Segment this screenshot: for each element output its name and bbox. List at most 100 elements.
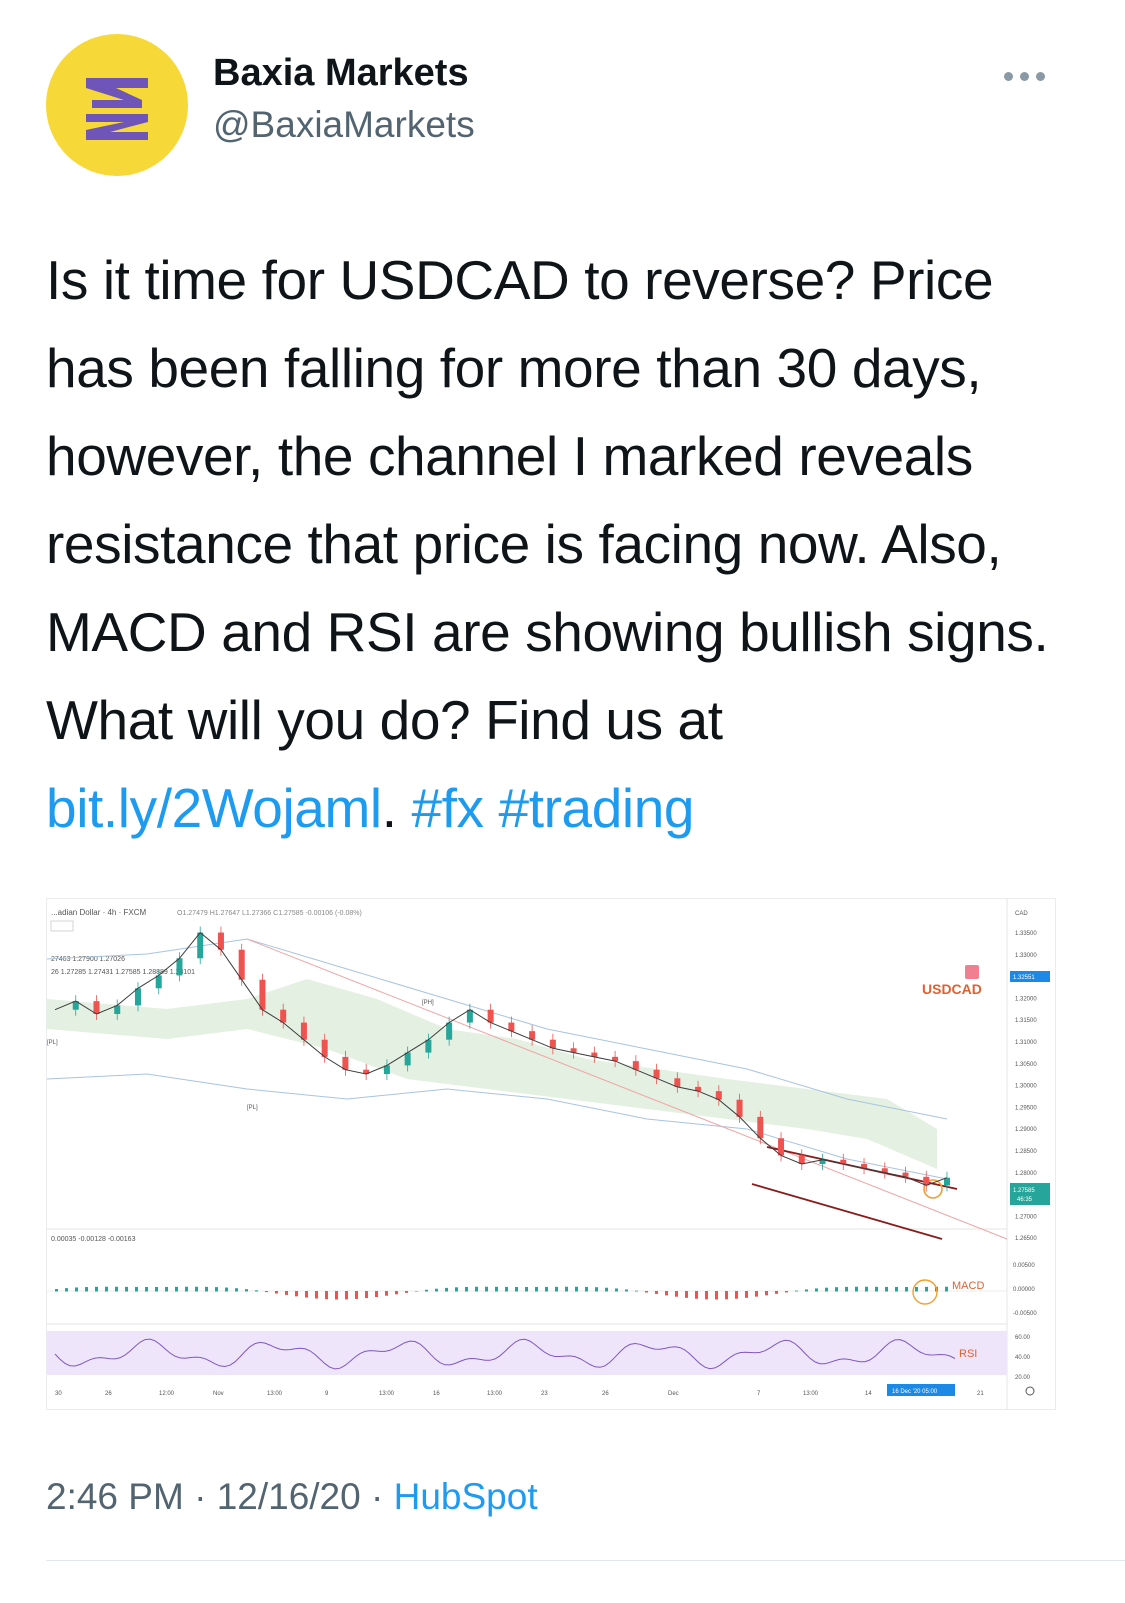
candle-body <box>217 932 224 950</box>
macd-bar <box>215 1287 218 1292</box>
price-scale-box <box>50 920 74 932</box>
time-axis-tick: 9 <box>325 1391 329 1397</box>
more-options-icon[interactable] <box>1000 60 1050 90</box>
candle-body <box>425 1039 432 1053</box>
macd-bar <box>605 1287 608 1292</box>
time-axis-tick: 21 <box>977 1391 984 1397</box>
macd-bar <box>625 1289 628 1292</box>
price-axis-tick: 1.33000 <box>1015 953 1037 959</box>
hashtag-trading[interactable]: #trading <box>499 777 695 839</box>
time-axis-tick: 26 <box>105 1391 112 1397</box>
macd-bar <box>815 1288 818 1292</box>
candle-body <box>93 1001 100 1014</box>
usdcad-label: USDCAD <box>922 981 982 997</box>
macd-bar <box>345 1291 348 1300</box>
macd-bar <box>165 1286 168 1292</box>
tweet-date[interactable]: 12/16/20 <box>217 1476 361 1517</box>
time-axis-tick: 14 <box>865 1391 872 1397</box>
tweet-time[interactable]: 2:46 PM <box>46 1476 184 1517</box>
pivot-label: [PL] <box>247 1105 258 1111</box>
tweet-source[interactable]: HubSpot <box>394 1476 538 1517</box>
macd-bar <box>55 1289 58 1292</box>
time-axis-tick: 30 <box>55 1391 62 1397</box>
macd-bar <box>415 1290 418 1292</box>
candle-body <box>238 949 245 980</box>
user-handle[interactable]: @BaxiaMarkets <box>213 104 475 146</box>
indicator-row-2: 26 1.27285 1.27431 1.27585 1.28889 1.281… <box>51 969 195 976</box>
candle-body <box>155 975 162 989</box>
macd-bar <box>835 1287 838 1292</box>
candle-body <box>176 958 183 976</box>
candle-body <box>259 979 266 1010</box>
last-price-tag: 1.27585 <box>1013 1188 1035 1194</box>
settings-icon[interactable] <box>1025 1386 1035 1396</box>
candle-body <box>446 1022 453 1040</box>
macd-bar <box>485 1286 488 1292</box>
macd-bar <box>645 1291 648 1293</box>
pivot-label: [PL] <box>47 1040 58 1046</box>
time-axis-tick: 13:00 <box>379 1391 395 1397</box>
macd-bar <box>535 1286 538 1292</box>
tweet-link[interactable]: bit.ly/2Wojaml <box>46 777 382 839</box>
macd-bar <box>895 1286 898 1292</box>
price-axis-tick: 1.29000 <box>1015 1127 1037 1133</box>
macd-bar <box>875 1286 878 1292</box>
price-axis-tick: 1.28000 <box>1015 1171 1037 1177</box>
macd-axis-tick: 0.00500 <box>1013 1263 1035 1269</box>
currency-label: CAD <box>1015 911 1028 917</box>
macd-bar <box>655 1291 658 1294</box>
macd-bar <box>635 1290 638 1292</box>
candle-body <box>778 1138 785 1156</box>
divider <box>46 1560 1125 1561</box>
candle-body <box>134 988 141 1006</box>
macd-bar <box>175 1286 178 1292</box>
macd-bar <box>225 1287 228 1292</box>
macd-bar <box>305 1291 308 1298</box>
chart-image[interactable]: ...adian Dollar · 4h · FXCM O1.27479 H1.… <box>46 898 1056 1410</box>
macd-bar <box>455 1287 458 1292</box>
time-axis-tick: Nov <box>213 1391 224 1397</box>
price-axis-tick: 1.30500 <box>1015 1062 1037 1068</box>
candle-body <box>280 1009 287 1023</box>
macd-bar <box>715 1291 718 1300</box>
macd-values-header: 0.00035 -0.00128 -0.00163 <box>51 1236 136 1243</box>
time-axis-tick: 26 <box>602 1391 609 1397</box>
macd-bar <box>335 1291 338 1300</box>
time-axis-tick: Dec <box>668 1391 679 1397</box>
macd-histogram <box>55 1286 948 1300</box>
macd-bar <box>765 1291 768 1296</box>
meta-separator: · <box>360 1476 394 1517</box>
search-symbol-icon[interactable] <box>965 965 979 979</box>
price-axis: 1.335001.330001.325001.320001.315001.310… <box>1013 931 1037 1381</box>
macd-label: MACD <box>952 1280 984 1292</box>
avatar[interactable] <box>46 34 188 176</box>
price-axis-tick: 1.27000 <box>1015 1214 1037 1220</box>
macd-bar <box>575 1286 578 1292</box>
macd-bar <box>85 1287 88 1292</box>
macd-bar <box>465 1286 468 1292</box>
candle-body <box>321 1039 328 1057</box>
ichimoku-cloud <box>47 979 937 1169</box>
macd-bar <box>145 1286 148 1292</box>
macd-bar <box>675 1291 678 1297</box>
macd-bar <box>735 1291 738 1299</box>
macd-bar <box>185 1286 188 1292</box>
meta-separator: · <box>183 1476 217 1517</box>
tweet-meta: 2:46 PM · 12/16/20 · HubSpot <box>46 1476 538 1518</box>
tweet-link-suffix: . <box>381 777 412 839</box>
macd-bar <box>445 1287 448 1292</box>
price-axis-tick: 1.26500 <box>1015 1236 1037 1242</box>
candle-body <box>197 932 204 959</box>
macd-bar <box>855 1286 858 1292</box>
macd-bar <box>105 1286 108 1292</box>
macd-bar <box>425 1289 428 1292</box>
candle-body <box>342 1056 349 1070</box>
hashtag-fx[interactable]: #fx <box>411 777 484 839</box>
display-name[interactable]: Baxia Markets <box>213 52 469 95</box>
macd-bar <box>115 1286 118 1292</box>
price-axis-tick: 1.31500 <box>1015 1018 1037 1024</box>
macd-bar <box>555 1286 558 1292</box>
macd-bar <box>315 1291 318 1299</box>
price-axis-tick: 1.33500 <box>1015 931 1037 937</box>
macd-bar <box>925 1286 928 1292</box>
